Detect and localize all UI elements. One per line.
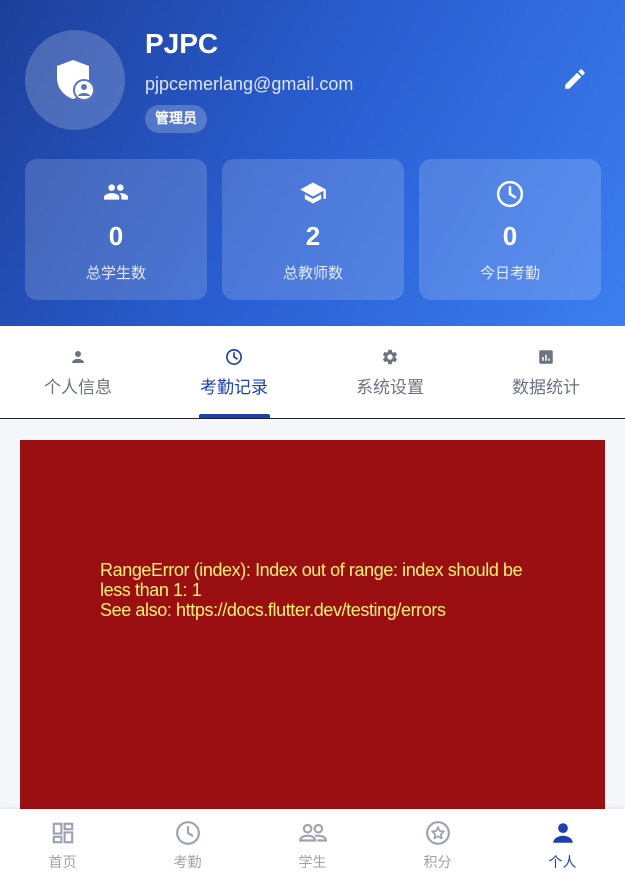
tab-attendance-records[interactable]: 考勤记录 <box>156 326 312 418</box>
tab-label: 个人信息 <box>44 378 112 398</box>
stat-label: 今日考勤 <box>479 264 540 282</box>
nav-item-points[interactable]: 积分 <box>375 809 500 879</box>
tab-label: 数据统计 <box>512 378 580 398</box>
tab-data-statistics[interactable]: 数据统计 <box>468 326 624 418</box>
stat-card-students: 0 总学生数 <box>25 159 207 300</box>
profile-name: PJPC <box>145 28 219 59</box>
people-icon <box>104 184 128 200</box>
star-icon <box>425 821 450 845</box>
stat-value: 0 <box>108 221 124 251</box>
stat-label: 总学生数 <box>85 264 146 282</box>
nav-item-profile[interactable]: 个人 <box>500 809 625 879</box>
stat-label: 总教师数 <box>282 264 343 282</box>
nav-label: 考勤 <box>173 855 202 871</box>
school-icon <box>300 182 326 204</box>
active-tab-indicator <box>199 414 270 418</box>
avatar <box>25 30 125 130</box>
nav-label: 学生 <box>298 855 327 871</box>
clock-icon <box>175 821 200 845</box>
edit-profile-button[interactable] <box>558 62 592 96</box>
stat-card-teachers: 2 总教师数 <box>222 159 404 300</box>
nav-item-attendance[interactable]: 考勤 <box>125 809 250 879</box>
admin-shield-icon <box>57 60 95 101</box>
tab-personal-info[interactable]: 个人信息 <box>0 326 156 418</box>
gear-icon <box>382 349 398 365</box>
profile-header: PJPC pjpcemerlang@gmail.com 管理员 0 总学生数 2… <box>0 0 625 326</box>
dashboard-icon <box>52 822 73 844</box>
nav-label: 积分 <box>423 855 452 871</box>
clock-icon <box>496 180 524 208</box>
clock-icon <box>226 349 242 365</box>
profile-tabs: 个人信息 考勤记录 系统设置 数据统计 <box>0 326 625 419</box>
tab-system-settings[interactable]: 系统设置 <box>312 326 468 418</box>
stat-card-attendance: 0 今日考勤 <box>419 159 601 300</box>
error-panel: RangeError (index): Index out of range: … <box>20 440 605 820</box>
person-icon <box>552 823 573 843</box>
stat-value: 0 <box>502 221 518 251</box>
error-message: RangeError (index): Index out of range: … <box>100 560 523 620</box>
nav-label: 个人 <box>548 855 577 871</box>
nav-item-home[interactable]: 首页 <box>0 809 125 879</box>
nav-item-students[interactable]: 学生 <box>250 809 375 879</box>
tab-label: 考勤记录 <box>200 378 268 398</box>
profile-email: pjpcemerlang@gmail.com <box>145 74 354 94</box>
group-icon <box>298 823 327 842</box>
stat-value: 2 <box>305 221 321 251</box>
person-icon <box>72 351 84 363</box>
pencil-icon <box>565 69 585 89</box>
tab-label: 系统设置 <box>356 378 424 398</box>
analytics-icon <box>539 350 553 364</box>
nav-label: 首页 <box>48 855 77 871</box>
role-badge: 管理员 <box>145 105 207 133</box>
bottom-navigation: 首页 考勤 学生 积分 个人 <box>0 809 625 879</box>
